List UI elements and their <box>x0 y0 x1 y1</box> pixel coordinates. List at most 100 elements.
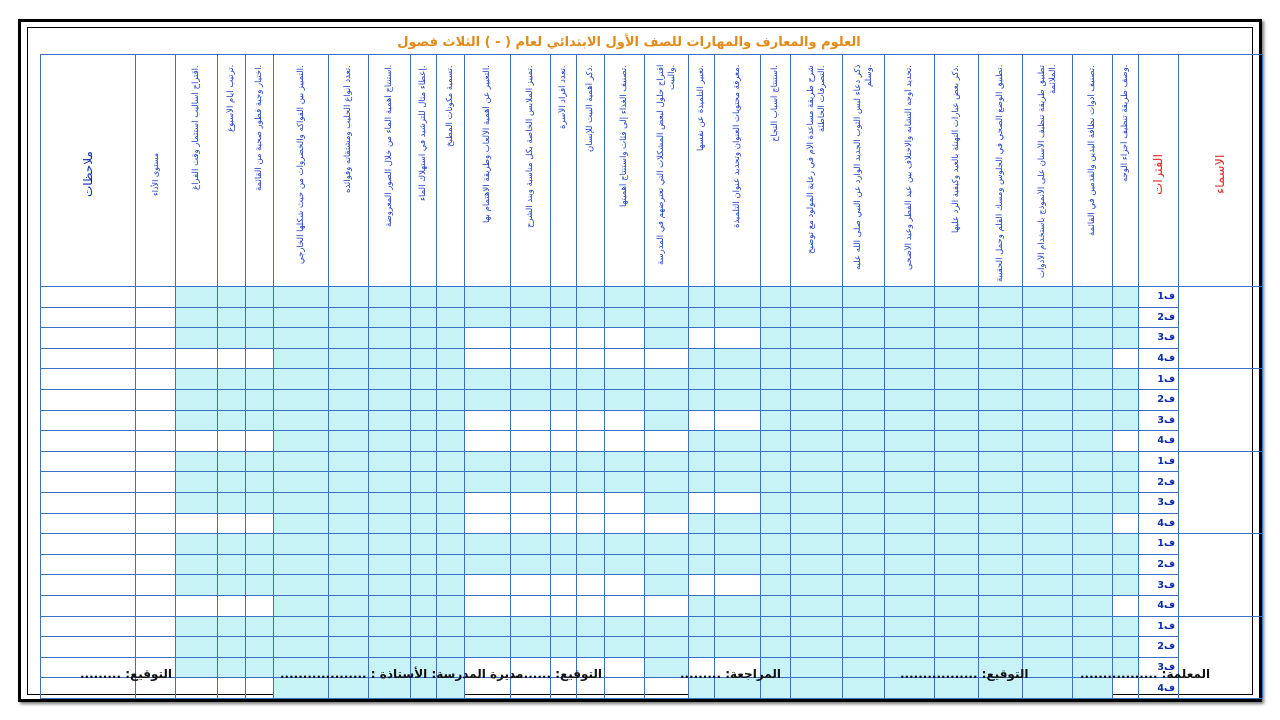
skill-cell[interactable] <box>410 368 437 390</box>
skill-cell[interactable] <box>245 286 274 308</box>
skill-cell[interactable] <box>273 286 329 308</box>
skill-cell[interactable] <box>688 327 715 349</box>
skill-cell[interactable] <box>436 347 465 370</box>
skill-cell[interactable] <box>410 491 437 514</box>
skill-cell[interactable] <box>688 615 715 638</box>
skill-cell[interactable] <box>688 286 715 308</box>
skill-cell[interactable] <box>436 450 465 473</box>
skill-cell[interactable] <box>1112 491 1139 514</box>
skill-cell[interactable] <box>175 615 218 638</box>
skill-cell[interactable] <box>790 409 843 432</box>
skill-cell[interactable] <box>464 409 511 432</box>
skill-cell[interactable] <box>510 471 551 493</box>
skill-cell[interactable] <box>688 512 715 535</box>
skill-cell[interactable] <box>328 286 369 308</box>
skill-cell[interactable] <box>604 347 645 370</box>
skill-cell[interactable] <box>550 512 577 535</box>
skill-cell[interactable] <box>510 388 551 411</box>
skill-cell[interactable] <box>550 368 577 390</box>
skill-cell[interactable] <box>790 430 843 452</box>
performance-cell[interactable] <box>135 347 176 370</box>
skill-cell[interactable] <box>550 471 577 493</box>
skill-cell[interactable] <box>368 574 411 596</box>
skill-cell[interactable] <box>714 471 761 493</box>
student-name-cell[interactable] <box>1178 285 1263 370</box>
skill-cell[interactable] <box>217 636 246 658</box>
skill-cell[interactable] <box>1072 553 1113 576</box>
skill-cell[interactable] <box>245 388 274 411</box>
skill-cell[interactable] <box>884 347 935 370</box>
skill-cell[interactable] <box>604 574 645 596</box>
skill-cell[interactable] <box>436 553 465 576</box>
skill-cell[interactable] <box>410 574 437 596</box>
skill-cell[interactable] <box>576 347 605 370</box>
skill-cell[interactable] <box>644 430 689 452</box>
skill-cell[interactable] <box>714 306 761 329</box>
skill-cell[interactable] <box>328 553 369 576</box>
skill-cell[interactable] <box>884 533 935 555</box>
skill-cell[interactable] <box>576 327 605 349</box>
performance-cell[interactable] <box>135 327 176 349</box>
skill-cell[interactable] <box>604 594 645 617</box>
skill-cell[interactable] <box>934 512 979 535</box>
skill-cell[interactable] <box>464 368 511 390</box>
skill-cell[interactable] <box>328 347 369 370</box>
skill-cell[interactable] <box>688 409 715 432</box>
skill-cell[interactable] <box>550 409 577 432</box>
skill-cell[interactable] <box>368 615 411 638</box>
performance-cell[interactable] <box>135 553 176 576</box>
skill-cell[interactable] <box>464 347 511 370</box>
skill-cell[interactable] <box>760 430 791 452</box>
skill-cell[interactable] <box>1022 491 1073 514</box>
skill-cell[interactable] <box>934 471 979 493</box>
skill-cell[interactable] <box>1112 512 1139 535</box>
skill-cell[interactable] <box>576 286 605 308</box>
skill-cell[interactable] <box>884 306 935 329</box>
skill-cell[interactable] <box>1022 368 1073 390</box>
skill-cell[interactable] <box>576 491 605 514</box>
skill-cell[interactable] <box>1112 471 1139 493</box>
skill-cell[interactable] <box>328 368 369 390</box>
skill-cell[interactable] <box>510 430 551 452</box>
skill-cell[interactable] <box>1112 430 1139 452</box>
skill-cell[interactable] <box>760 636 791 658</box>
skill-cell[interactable] <box>1072 327 1113 349</box>
skill-cell[interactable] <box>760 471 791 493</box>
skill-cell[interactable] <box>464 286 511 308</box>
skill-cell[interactable] <box>576 512 605 535</box>
notes-cell[interactable] <box>40 409 136 432</box>
skill-cell[interactable] <box>604 409 645 432</box>
skill-cell[interactable] <box>884 409 935 432</box>
skill-cell[interactable] <box>842 491 885 514</box>
skill-cell[interactable] <box>884 450 935 473</box>
skill-cell[interactable] <box>217 594 246 617</box>
notes-cell[interactable] <box>40 327 136 349</box>
skill-cell[interactable] <box>175 594 218 617</box>
skill-cell[interactable] <box>1112 574 1139 596</box>
skill-cell[interactable] <box>842 388 885 411</box>
skill-cell[interactable] <box>464 594 511 617</box>
skill-cell[interactable] <box>436 430 465 452</box>
skill-cell[interactable] <box>934 533 979 555</box>
skill-cell[interactable] <box>978 512 1023 535</box>
skill-cell[interactable] <box>714 533 761 555</box>
skill-cell[interactable] <box>978 491 1023 514</box>
skill-cell[interactable] <box>604 491 645 514</box>
skill-cell[interactable] <box>760 306 791 329</box>
notes-cell[interactable] <box>40 430 136 452</box>
skill-cell[interactable] <box>410 512 437 535</box>
skill-cell[interactable] <box>576 594 605 617</box>
skill-cell[interactable] <box>978 533 1023 555</box>
skill-cell[interactable] <box>217 512 246 535</box>
skill-cell[interactable] <box>245 327 274 349</box>
skill-cell[interactable] <box>273 574 329 596</box>
skill-cell[interactable] <box>790 574 843 596</box>
skill-cell[interactable] <box>790 347 843 370</box>
skill-cell[interactable] <box>790 286 843 308</box>
notes-cell[interactable] <box>40 450 136 473</box>
skill-cell[interactable] <box>175 286 218 308</box>
skill-cell[interactable] <box>842 512 885 535</box>
skill-cell[interactable] <box>576 636 605 658</box>
skill-cell[interactable] <box>175 327 218 349</box>
skill-cell[interactable] <box>436 574 465 596</box>
